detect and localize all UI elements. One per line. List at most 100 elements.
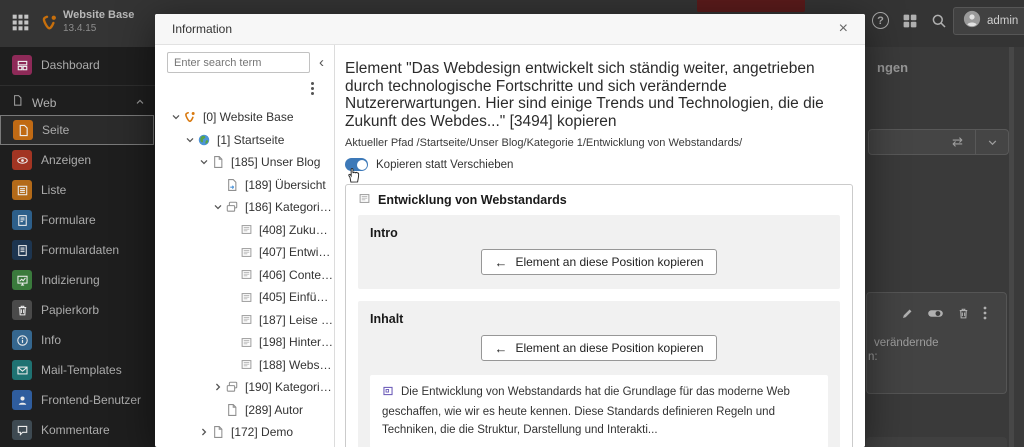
tree-node[interactable]: [405] Einführ... bbox=[155, 286, 334, 309]
sidebar-item-frontend-benutzer[interactable]: Frontend-Benutzer bbox=[0, 385, 156, 415]
panel-section-intro: Intro ← Element an diese Position kopieren bbox=[358, 215, 840, 289]
sidebar-item-label: Anzeigen bbox=[41, 153, 92, 167]
sidebar-item-formulare[interactable]: Formulare bbox=[0, 205, 156, 235]
background-content-card: verändernde n: bbox=[866, 292, 1007, 394]
copy-to-position-button[interactable]: ← Element an diese Position kopieren bbox=[481, 249, 717, 275]
tree-node[interactable]: [408] Zukunft... bbox=[155, 219, 334, 242]
visibility-toggle-icon bbox=[927, 307, 944, 325]
page-outline-icon bbox=[11, 94, 24, 112]
current-path-value: /Startseite/Unser Blog/Kategorie 1/Entwi… bbox=[416, 137, 743, 149]
tree-node[interactable]: [189] Übersicht bbox=[155, 174, 334, 197]
sidebar-item-anzeigen[interactable]: Anzeigen bbox=[0, 145, 156, 175]
sidebar-item-formulardaten[interactable]: Formulardaten bbox=[0, 235, 156, 265]
pageDoc-icon bbox=[210, 425, 226, 439]
background-panel-edge bbox=[866, 437, 1007, 447]
user-menu-button[interactable]: admin bbox=[953, 7, 1024, 35]
tree-options-icon[interactable] bbox=[307, 78, 318, 99]
screen: Website Base 13.4.15 ? admin Dashboard W… bbox=[0, 0, 1024, 447]
section-title: Inhalt bbox=[370, 312, 404, 326]
tree-node[interactable]: [289] Autor bbox=[155, 399, 334, 422]
chevron-down-icon[interactable] bbox=[197, 157, 210, 167]
sidebar-item-kommentare[interactable]: Kommentare bbox=[0, 415, 156, 445]
comment-icon bbox=[12, 420, 32, 440]
chevron-up-icon bbox=[135, 94, 145, 112]
sidebar-item-liste[interactable]: Liste bbox=[0, 175, 156, 205]
chart-icon bbox=[12, 270, 32, 290]
module-menu-toggle-icon[interactable] bbox=[11, 13, 31, 33]
more-dots-icon bbox=[983, 306, 987, 325]
background-text-fragment: n: bbox=[868, 351, 878, 363]
pageDoc-icon bbox=[224, 403, 240, 417]
tree-node-label: [1] Startseite bbox=[217, 132, 285, 147]
target-page-panel: Entwicklung von Webstandards Intro ← Eleme… bbox=[345, 184, 853, 447]
copy-toggle-row: Kopieren statt Verschieben bbox=[345, 158, 514, 183]
modal-content: Element "Das Webdesign entwickelt sich s… bbox=[335, 45, 865, 447]
close-icon[interactable]: × bbox=[835, 19, 852, 39]
content-element-icon bbox=[382, 385, 394, 404]
sidebar-item-info[interactable]: Info bbox=[0, 325, 156, 355]
pages-icon bbox=[224, 380, 240, 394]
tree-node[interactable]: [198] Hinter d... bbox=[155, 331, 334, 354]
swap-arrows-icon: ⇄ bbox=[952, 134, 963, 150]
content-icon bbox=[238, 291, 254, 304]
modal-title: Information bbox=[172, 22, 233, 36]
formdata-icon bbox=[12, 240, 32, 260]
chevron-right-icon[interactable] bbox=[197, 427, 210, 437]
copy-instead-toggle[interactable] bbox=[345, 158, 368, 171]
arrow-left-icon: ← bbox=[494, 254, 508, 270]
search-icon[interactable] bbox=[930, 12, 948, 30]
tree-node[interactable]: [406] Content... bbox=[155, 264, 334, 287]
info-icon bbox=[12, 330, 32, 350]
tree-node[interactable]: [186] Kategorie 1 bbox=[155, 196, 334, 219]
sidebar-item-seite[interactable]: Seite bbox=[0, 115, 154, 145]
chevron-down-icon[interactable] bbox=[211, 202, 224, 212]
tree-node[interactable]: [0] Website Base bbox=[155, 106, 334, 129]
edit-pencil-icon bbox=[901, 307, 914, 325]
chevron-right-icon[interactable] bbox=[211, 382, 224, 392]
sidebar-item-dashboard[interactable]: Dashboard bbox=[0, 50, 156, 80]
sidebar-item-indizierung[interactable]: Indizierung bbox=[0, 265, 156, 295]
tree-node-label: [186] Kategorie 1 bbox=[245, 200, 334, 215]
site-name: Website Base bbox=[63, 9, 135, 21]
content-icon bbox=[238, 268, 254, 281]
sidebar-item-label: Info bbox=[41, 333, 62, 347]
copy-button-label: Element an diese Position kopieren bbox=[515, 255, 704, 269]
chevron-down-icon[interactable] bbox=[183, 135, 196, 145]
sidebar-item-mail-templates[interactable]: Mail-Templates bbox=[0, 355, 156, 385]
background-heading-fragment: ngen bbox=[877, 60, 909, 75]
delete-trash-icon bbox=[957, 307, 970, 325]
sidebar-group-web[interactable]: Web bbox=[0, 90, 156, 115]
dashboard-icon bbox=[12, 55, 32, 75]
typo3-icon bbox=[182, 110, 198, 124]
tree-node-label: [0] Website Base bbox=[203, 110, 294, 125]
collapse-tree-button[interactable]: ‹ bbox=[317, 55, 326, 70]
tree-node-label: [406] Content... bbox=[259, 267, 334, 282]
page-icon bbox=[13, 120, 33, 140]
tree-node[interactable]: [407] Entwickl... bbox=[155, 241, 334, 264]
shortcut-icon bbox=[224, 178, 240, 192]
help-icon[interactable]: ? bbox=[872, 12, 889, 29]
tree-node[interactable]: [172] Demo bbox=[155, 421, 334, 444]
current-path-label: Aktueller Pfad bbox=[345, 137, 414, 149]
sidebar-item-papierkorb[interactable]: Papierkorb bbox=[0, 295, 156, 325]
tree-node[interactable]: [187] Leise Sc... bbox=[155, 309, 334, 332]
user-icon bbox=[12, 390, 32, 410]
pageDoc-icon bbox=[210, 155, 226, 169]
arrow-left-icon: ← bbox=[494, 340, 508, 356]
eye-icon bbox=[12, 150, 32, 170]
chevron-down-icon[interactable] bbox=[169, 112, 182, 122]
pages-icon bbox=[224, 200, 240, 214]
tree-search-input[interactable] bbox=[167, 52, 310, 73]
section-title: Intro bbox=[370, 226, 398, 240]
content-icon bbox=[238, 336, 254, 349]
information-modal: Information × ‹ [0] Website Base [1] Star… bbox=[155, 14, 865, 447]
modules-grid-icon[interactable] bbox=[901, 12, 919, 30]
tree-node[interactable]: [188] Websta... bbox=[155, 354, 334, 377]
avatar-icon bbox=[963, 10, 981, 33]
copy-to-position-button[interactable]: ← Element an diese Position kopieren bbox=[481, 335, 717, 361]
copy-toggle-label: Kopieren statt Verschieben bbox=[376, 158, 514, 171]
tree-node[interactable]: [185] Unser Blog bbox=[155, 151, 334, 174]
tree-node[interactable]: [190] Kategorie 2 bbox=[155, 376, 334, 399]
tree-node-label: [289] Autor bbox=[245, 402, 304, 417]
tree-node[interactable]: [1] Startseite bbox=[155, 129, 334, 152]
